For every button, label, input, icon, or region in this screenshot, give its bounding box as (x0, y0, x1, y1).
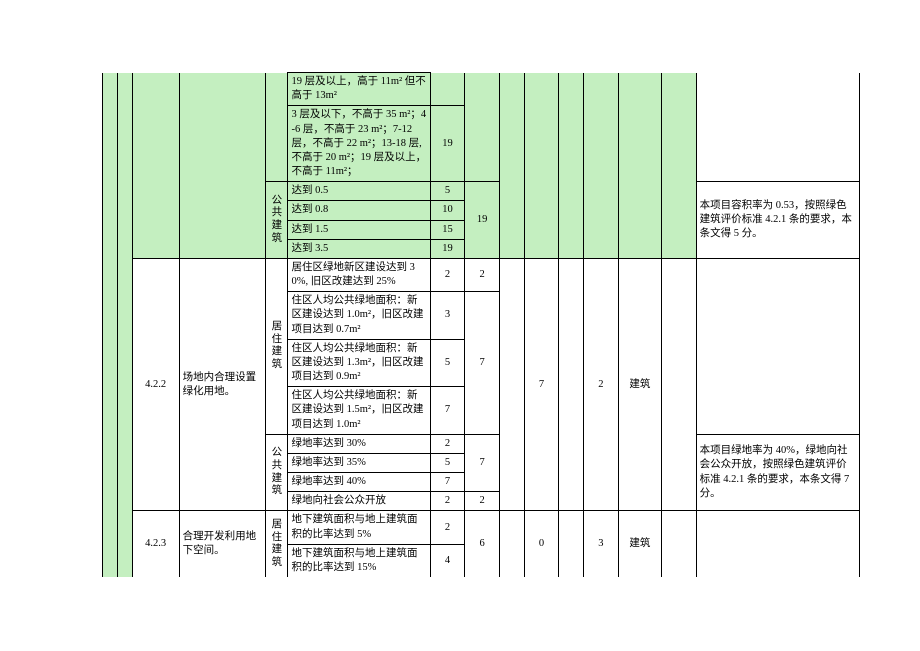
subtotal-cell: 2 (465, 492, 500, 511)
score-cell: 10 (430, 201, 465, 220)
mid-cell: 建筑 (618, 258, 661, 511)
criteria-cell: 19 层及以上，高于 11m² 但不高于 13m² (288, 73, 430, 106)
table-row: 19 层及以上，高于 11m² 但不高于 13m² (103, 73, 860, 106)
building-type: 公共建筑 (266, 182, 288, 259)
score-cell: 2 (430, 258, 465, 291)
criteria-cell: 绿地率达到 35% (288, 453, 430, 472)
mid-cell: 建筑 (618, 511, 661, 577)
score-cell: 7 (430, 473, 465, 492)
score-cell: 7 (430, 387, 465, 435)
subtotal-cell: 19 (465, 182, 500, 259)
mid-cell: 7 (524, 258, 559, 511)
score-cell: 19 (430, 106, 465, 182)
mid-cell: 2 (584, 258, 619, 511)
score-cell: 19 (430, 239, 465, 258)
mid-cell: 3 (584, 511, 619, 577)
score-cell: 3 (430, 292, 465, 340)
clause-id: 4.2.3 (132, 511, 179, 577)
criteria-cell: 地下建筑面积与地上建筑面积的比率达到 5% (288, 511, 430, 544)
criteria-cell: 住区人均公共绿地面积：新区建设达到 1.0m²，旧区改建项目达到 0.7m² (288, 292, 430, 340)
score-cell: 2 (430, 511, 465, 544)
score-cell: 2 (430, 492, 465, 511)
clause-title: 合理开发利用地下空间。 (179, 511, 266, 577)
subtotal-cell: 7 (465, 434, 500, 492)
score-cell: 4 (430, 544, 465, 577)
criteria-cell: 3 层及以下，不高于 35 m²；4-6 层，不高于 23 m²；7-12 层，… (288, 106, 430, 182)
criteria-cell: 达到 3.5 (288, 239, 430, 258)
building-type: 公共建筑 (266, 434, 288, 511)
criteria-cell: 住区人均公共绿地面积：新区建设达到 1.5m²，旧区改建项目达到 1.0m² (288, 387, 430, 435)
score-cell: 15 (430, 220, 465, 239)
clause-id: 4.2.2 (132, 258, 179, 511)
criteria-cell: 绿地率达到 30% (288, 434, 430, 453)
criteria-cell: 绿地向社会公众开放 (288, 492, 430, 511)
score-cell: 5 (430, 339, 465, 387)
criteria-cell: 绿地率达到 40% (288, 473, 430, 492)
clause-title: 场地内合理设置绿化用地。 (179, 258, 266, 511)
building-type: 居住建筑 (266, 511, 288, 577)
criteria-cell: 地下建筑面积与地上建筑面积的比率达到 15% (288, 544, 430, 577)
subtotal-cell: 7 (465, 292, 500, 435)
mid-cell: 0 (524, 511, 559, 577)
note-cell: 本项目绿地率为 40%，绿地向社会公众开放，按照绿色建筑评价标准 4.2.1 条… (696, 434, 859, 511)
criteria-cell: 住区人均公共绿地面积：新区建设达到 1.3m²，旧区改建项目达到 0.9m² (288, 339, 430, 387)
criteria-cell: 达到 1.5 (288, 220, 430, 239)
criteria-cell: 达到 0.8 (288, 201, 430, 220)
building-type: 居住建筑 (266, 258, 288, 434)
criteria-cell: 居住区绿地新区建设达到 30%, 旧区改建达到 25% (288, 258, 430, 291)
score-cell: 5 (430, 453, 465, 472)
subtotal-cell: 6 (465, 511, 500, 577)
table-row: 4.2.2 场地内合理设置绿化用地。 居住建筑 居住区绿地新区建设达到 30%,… (103, 258, 860, 291)
subtotal-cell: 2 (465, 258, 500, 291)
criteria-cell: 达到 0.5 (288, 182, 430, 201)
note-cell: 本项目容积率为 0.53，按照绿色建筑评价标准 4.2.1 条的要求，本条文得 … (696, 182, 859, 259)
score-cell: 5 (430, 182, 465, 201)
standards-table: 19 层及以上，高于 11m² 但不高于 13m² 3 层及以下，不高于 35 … (102, 72, 860, 577)
table-row: 4.2.3 合理开发利用地下空间。 居住建筑 地下建筑面积与地上建筑面积的比率达… (103, 511, 860, 544)
score-cell: 2 (430, 434, 465, 453)
